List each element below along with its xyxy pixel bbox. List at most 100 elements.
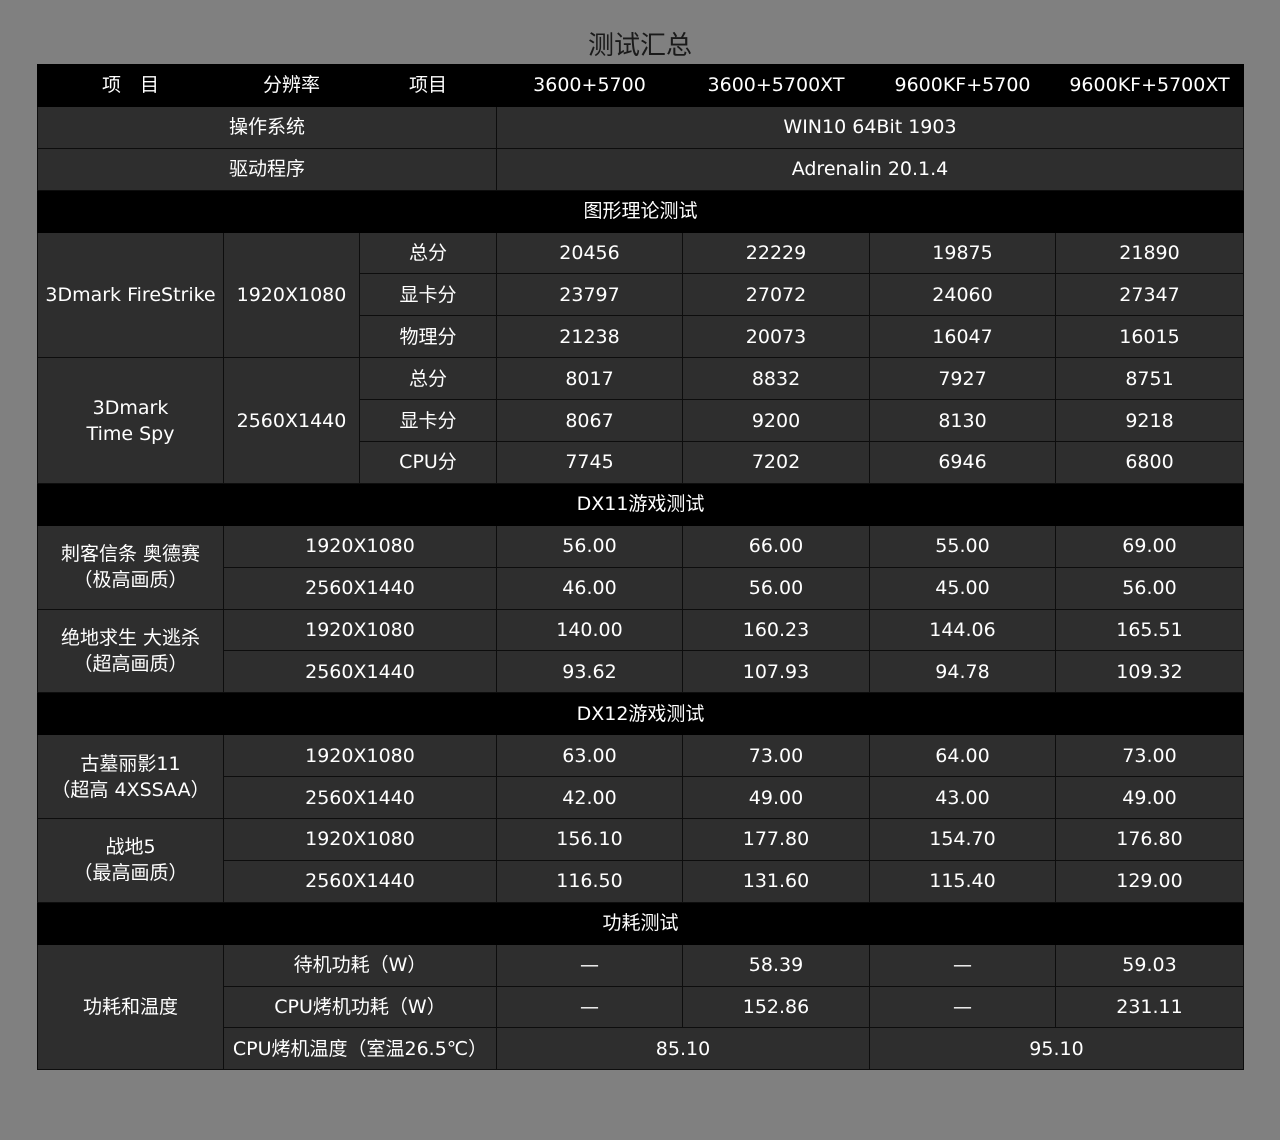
game-name-line2: （超高 4XSSAA） (51, 778, 210, 801)
score-cell: 20073 (682, 315, 870, 359)
power-cell: 231.11 (1055, 985, 1244, 1029)
game-name: 绝地求生 大逃杀 （超高画质） (37, 608, 224, 694)
score-cell: 9218 (1055, 399, 1244, 443)
score-cell: 20456 (496, 231, 683, 275)
fps-cell: 154.70 (869, 818, 1056, 861)
fps-cell: 115.40 (869, 859, 1056, 903)
game-name: 刺客信条 奥德赛 （极高画质） (37, 524, 224, 610)
resolution-cell: 1920X1080 (223, 608, 497, 652)
section-row: 图形理论测试 (37, 189, 1244, 233)
driver-value: Adrenalin 20.1.4 (496, 147, 1244, 191)
power-cell: 58.39 (682, 943, 870, 987)
sub-item-label: 总分 (359, 231, 497, 275)
fps-cell: 64.00 (869, 734, 1056, 778)
os-row: 操作系统 WIN10 64Bit 1903 (37, 105, 1244, 149)
game-name-line2: （超高画质） (73, 652, 188, 675)
score-cell: 23797 (496, 273, 683, 317)
table-row: 3Dmark Time Spy 2560X1440 总分 8017 8832 7… (37, 357, 1244, 484)
fps-cell: 45.00 (869, 566, 1056, 610)
benchmark-name-line1: 3Dmark (92, 396, 169, 419)
table-row: 3Dmark FireStrike 1920X1080 总分 20456 222… (37, 231, 1244, 359)
fps-cell: 160.23 (682, 608, 870, 652)
summary-table: 项 目 分辨率 项目 3600+5700 3600+5700XT 9600KF+… (37, 64, 1244, 1071)
fps-cell: 93.62 (496, 650, 683, 694)
game-name: 战地5 （最高画质） (37, 818, 224, 903)
score-cell: 9200 (682, 399, 870, 443)
fps-cell: 177.80 (682, 818, 870, 861)
power-cell: 59.03 (1055, 943, 1244, 987)
table-row: 刺客信条 奥德赛 （极高画质） 1920X1080 56.00 66.00 55… (37, 524, 1244, 610)
benchmark-name-line2: Time Spy (86, 422, 175, 445)
sub-item-label: 显卡分 (359, 399, 497, 443)
sub-item-label: 物理分 (359, 315, 497, 359)
resolution-cell: 1920X1080 (223, 734, 497, 778)
fps-cell: 144.06 (869, 608, 1056, 652)
section-row: 功耗测试 (37, 901, 1244, 945)
header-item: 项 目 (37, 64, 224, 107)
game-name-line1: 古墓丽影11 (80, 752, 181, 775)
score-cell: 8067 (496, 399, 683, 443)
fps-cell: 66.00 (682, 524, 870, 568)
fps-cell: 73.00 (682, 734, 870, 778)
section-title-power: 功耗测试 (37, 901, 1244, 945)
score-cell: 6946 (869, 441, 1056, 484)
score-cell: 21238 (496, 315, 683, 359)
fps-cell: 55.00 (869, 524, 1056, 568)
fps-cell: 69.00 (1055, 524, 1244, 568)
resolution-cell: 2560X1440 (223, 859, 497, 903)
score-cell: 8751 (1055, 357, 1244, 401)
power-group-label: 功耗和温度 (37, 943, 224, 1071)
score-cell: 19875 (869, 231, 1056, 275)
power-cell: — (496, 943, 683, 987)
score-cell: 7202 (682, 441, 870, 484)
score-cell: 27072 (682, 273, 870, 317)
header-resolution: 分辨率 (223, 64, 360, 107)
resolution-cell: 1920X1080 (223, 231, 360, 359)
score-cell: 16047 (869, 315, 1056, 359)
benchmark-name: 3Dmark FireStrike (37, 231, 224, 359)
header-config: 3600+5700XT (682, 64, 870, 107)
section-title-dx11: DX11游戏测试 (37, 482, 1244, 526)
sub-item-label: 总分 (359, 357, 497, 401)
power-item-label: CPU烤机功耗（W） (223, 985, 497, 1029)
os-value: WIN10 64Bit 1903 (496, 105, 1244, 149)
table-row: 功耗和温度 待机功耗（W） — 58.39 — 59.03 (37, 943, 1244, 1071)
game-name-line1: 刺客信条 奥德赛 (60, 543, 201, 566)
resolution-cell: 1920X1080 (223, 818, 497, 861)
fps-cell: 56.00 (496, 524, 683, 568)
score-cell: 27347 (1055, 273, 1244, 317)
fps-cell: 46.00 (496, 566, 683, 610)
driver-row: 驱动程序 Adrenalin 20.1.4 (37, 147, 1244, 191)
os-label: 操作系统 (37, 105, 497, 149)
fps-cell: 109.32 (1055, 650, 1244, 694)
fps-cell: 56.00 (1055, 566, 1244, 610)
section-row: DX12游戏测试 (37, 692, 1244, 736)
resolution-cell: 2560X1440 (223, 566, 497, 610)
temp-cell: 85.10 (496, 1027, 870, 1071)
power-cell: — (869, 985, 1056, 1029)
header-config: 3600+5700 (496, 64, 683, 107)
fps-cell: 63.00 (496, 734, 683, 778)
score-cell: 7927 (869, 357, 1056, 401)
fps-cell: 156.10 (496, 818, 683, 861)
fps-cell: 140.00 (496, 608, 683, 652)
fps-cell: 94.78 (869, 650, 1056, 694)
game-name-line1: 绝地求生 大逃杀 (60, 626, 201, 649)
fps-cell: 73.00 (1055, 734, 1244, 778)
fps-cell: 42.00 (496, 776, 683, 820)
fps-cell: 165.51 (1055, 608, 1244, 652)
temp-item-label: CPU烤机温度（室温26.5℃） (223, 1027, 497, 1071)
header-config: 9600KF+5700XT (1055, 64, 1244, 107)
game-name: 古墓丽影11 （超高 4XSSAA） (37, 734, 224, 820)
score-cell: 16015 (1055, 315, 1244, 359)
score-cell: 6800 (1055, 441, 1244, 484)
fps-cell: 43.00 (869, 776, 1056, 820)
resolution-cell: 2560X1440 (223, 776, 497, 820)
header-config: 9600KF+5700 (869, 64, 1056, 107)
power-cell: — (869, 943, 1056, 987)
sub-item-label: CPU分 (359, 441, 497, 484)
fps-cell: 49.00 (682, 776, 870, 820)
score-cell: 7745 (496, 441, 683, 484)
resolution-cell: 2560X1440 (223, 357, 360, 484)
power-cell: 152.86 (682, 985, 870, 1029)
